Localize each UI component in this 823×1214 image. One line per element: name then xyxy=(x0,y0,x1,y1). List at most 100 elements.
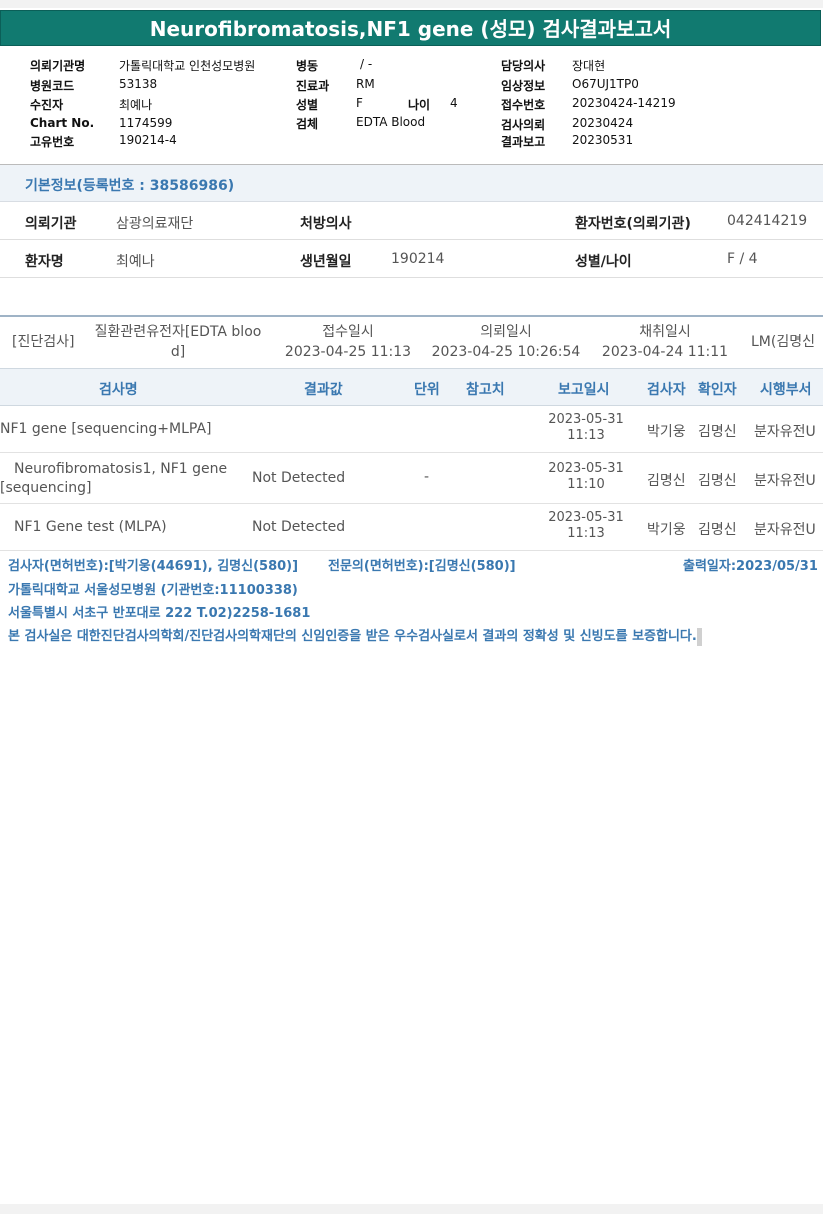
order-test-name-line1: 질환관련유전자[EDTA bloo xyxy=(94,324,262,340)
cell-reference: - xyxy=(424,469,430,485)
cell-department: 분자유전U xyxy=(754,473,816,489)
cell-report-time: 11:13 xyxy=(567,526,605,541)
col-unit: 단위 xyxy=(414,382,440,398)
results-table-header: 검사명 결과값 단위 참고치 보고일시 검사자 확인자 시행부서 xyxy=(0,368,823,406)
col-report-date: 보고일시 xyxy=(558,382,610,398)
value-sex: F xyxy=(356,96,363,110)
footer-print-date: 출력일자:2023/05/31 xyxy=(683,559,818,574)
order-requested-value: 2023-04-25 10:26:54 xyxy=(431,344,581,360)
label-hospital-code: 병원코드 xyxy=(30,79,75,93)
certification-text: 본 검사실은 대한진단검사의학회/진단검사의학재단의 신임인증을 받은 우수검사… xyxy=(8,629,697,644)
label-clinical-info: 임상정보 xyxy=(501,79,546,93)
cell-report-date: 2023-05-31 11:10 xyxy=(546,461,626,493)
col-confirmer: 확인자 xyxy=(698,382,737,398)
cell-report-date: 2023-05-31 11:13 xyxy=(546,510,626,542)
cell-tester: 박기웅 xyxy=(647,424,686,440)
label-result-report: 결과보고 xyxy=(501,135,546,149)
text-cursor xyxy=(696,627,702,646)
cell-report-time: 11:10 xyxy=(567,477,605,492)
order-lab: LM(김명신 xyxy=(751,334,815,350)
cell-report-time: 11:13 xyxy=(567,428,605,443)
col-tester: 검사자 xyxy=(647,382,686,398)
cell-result: Not Detected xyxy=(252,470,346,486)
value-hospital-code: 53138 xyxy=(119,77,158,91)
order-test-name-line2: d] xyxy=(170,344,186,360)
value-chart-no: 1174599 xyxy=(119,116,173,130)
label-patient-name: 환자명 xyxy=(25,254,64,270)
cell-department: 분자유전U xyxy=(754,424,816,440)
label-sex-age: 성별/나이 xyxy=(575,254,632,270)
col-test-name: 검사명 xyxy=(99,382,138,398)
order-test-name: 질환관련유전자[EDTA bloo d] xyxy=(88,322,268,362)
value-patient-name: 최예나 xyxy=(116,254,155,270)
label-unique-no: 고유번호 xyxy=(30,135,75,149)
value-ward: / - xyxy=(360,57,373,71)
order-collected-label: 채취일시 xyxy=(639,324,691,340)
cell-report-date: 2023-05-31 11:13 xyxy=(546,412,626,444)
label-requesting-institution: 의뢰기관명 xyxy=(30,59,86,73)
value-sex-age: F / 4 xyxy=(727,251,758,267)
value-test-request: 20230424 xyxy=(572,116,634,130)
order-received-value: 2023-04-25 11:13 xyxy=(284,344,412,360)
divider xyxy=(0,315,823,317)
value-patient-number: 042414219 xyxy=(727,213,808,229)
cell-tester: 김명신 xyxy=(647,473,686,489)
table-row: Neurofibromatosis1, NF1 gene [sequencing… xyxy=(0,453,823,504)
cell-confirmer: 김명신 xyxy=(698,424,737,440)
value-department: RM xyxy=(356,77,375,91)
order-collected: 채취일시 2023-04-24 11:11 xyxy=(598,322,732,362)
cell-department: 분자유전U xyxy=(754,522,816,538)
value-age: 4 xyxy=(450,96,458,110)
order-received-label: 접수일시 xyxy=(322,324,374,340)
cell-confirmer: 김명신 xyxy=(698,473,737,489)
label-prescriber: 처방의사 xyxy=(300,216,352,232)
order-requested: 의뢰일시 2023-04-25 10:26:54 xyxy=(428,322,584,362)
basic-info-header: 기본정보(등록번호 : 38586986) xyxy=(0,165,823,202)
value-patient: 최예나 xyxy=(119,98,153,112)
order-received: 접수일시 2023-04-25 11:13 xyxy=(278,322,418,362)
label-chart-no: Chart No. xyxy=(30,116,95,130)
cell-test-name: Neurofibromatosis1, NF1 gene [sequencing… xyxy=(0,460,227,498)
cell-confirmer: 김명신 xyxy=(698,522,737,538)
label-birthdate: 생년월일 xyxy=(300,254,352,270)
value-result-report: 20230531 xyxy=(572,133,634,147)
value-institution: 삼광의료재단 xyxy=(116,216,194,232)
value-unique-no: 190214-4 xyxy=(119,133,177,147)
label-specimen: 검체 xyxy=(296,117,319,131)
cell-test-name: NF1 Gene test (MLPA) xyxy=(14,519,167,535)
table-row: NF1 Gene test (MLPA) Not Detected 2023-0… xyxy=(0,504,823,551)
order-category: [진단검사] xyxy=(12,334,75,350)
label-receipt-no: 접수번호 xyxy=(501,98,546,112)
basic-info-row: 환자명 최예나 생년월일 190214 성별/나이 F / 4 xyxy=(0,240,823,278)
bottom-strip xyxy=(0,1204,823,1214)
footer-address: 서울특별시 서초구 반포대로 222 T.02)2258-1681 xyxy=(8,606,311,621)
table-row: NF1 gene [sequencing+MLPA] 2023-05-31 11… xyxy=(0,406,823,453)
basic-info-row: 의뢰기관 삼광의료재단 처방의사 환자번호(의뢰기관) 042414219 xyxy=(0,202,823,240)
footer-specialist: 전문의(면허번호):[김명신(580)] xyxy=(328,559,516,574)
label-test-request: 검사의뢰 xyxy=(501,118,546,132)
cell-report-day: 2023-05-31 xyxy=(548,461,624,476)
label-patient: 수진자 xyxy=(30,98,64,112)
value-specimen: EDTA Blood xyxy=(356,115,426,129)
col-result: 결과값 xyxy=(304,382,343,398)
label-institution: 의뢰기관 xyxy=(25,216,77,232)
footer-hospital: 가톨릭대학교 서울성모병원 (기관번호:11100338) xyxy=(8,583,298,598)
col-reference: 참고치 xyxy=(466,382,505,398)
cell-test-name-line2: [sequencing] xyxy=(0,480,92,496)
value-clinical-info: O67UJ1TP0 xyxy=(572,77,639,91)
order-requested-label: 의뢰일시 xyxy=(480,324,532,340)
label-sex: 성별 xyxy=(296,98,319,112)
cell-test-name-line1: Neurofibromatosis1, NF1 gene xyxy=(14,461,228,477)
value-receipt-no: 20230424-14219 xyxy=(572,96,676,110)
value-birthdate: 190214 xyxy=(391,251,445,267)
label-attending-doctor: 담당의사 xyxy=(501,59,546,73)
label-department: 진료과 xyxy=(296,79,330,93)
footer-certification: 본 검사실은 대한진단검사의학회/진단검사의학재단의 신임인증을 받은 우수검사… xyxy=(8,625,702,646)
cell-report-day: 2023-05-31 xyxy=(548,510,624,525)
label-ward: 병동 xyxy=(296,59,319,73)
order-collected-value: 2023-04-24 11:11 xyxy=(601,344,729,360)
value-requesting-institution: 가톨릭대학교 인천성모병원 xyxy=(119,59,256,73)
value-attending-doctor: 장대현 xyxy=(572,59,606,73)
col-department: 시행부서 xyxy=(760,382,812,398)
cell-report-day: 2023-05-31 xyxy=(548,412,624,427)
